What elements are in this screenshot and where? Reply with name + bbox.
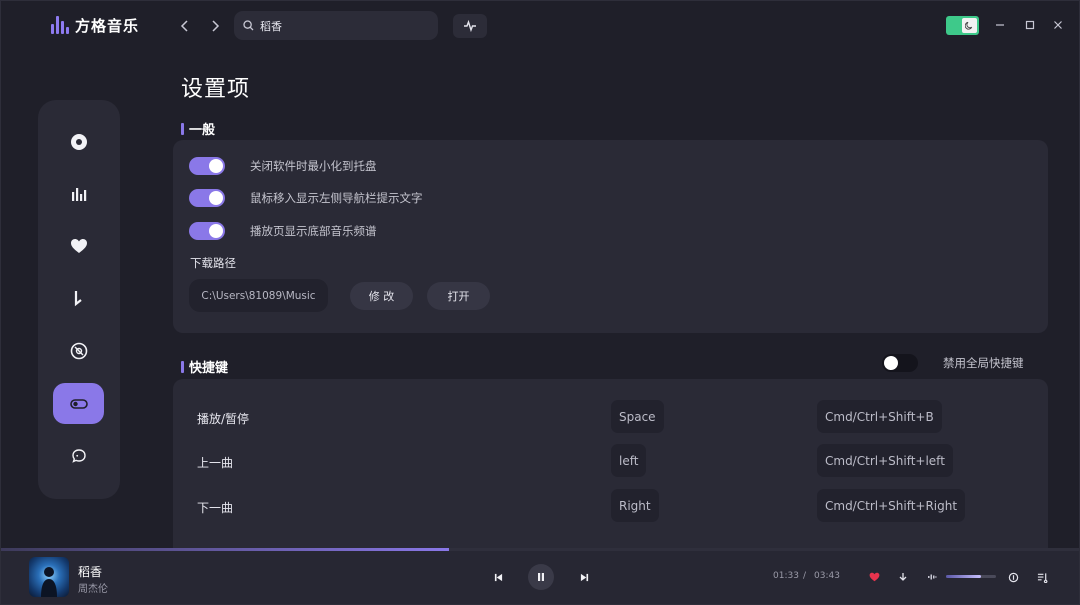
show-nav-tooltips-switch[interactable] — [189, 189, 225, 207]
hotkey-local[interactable]: left — [611, 444, 647, 477]
music-note-icon — [74, 290, 82, 306]
chevron-left-icon — [180, 20, 188, 32]
search-box[interactable] — [234, 11, 438, 40]
disable-global-hotkeys-option: 禁用全局快捷键 — [882, 354, 1024, 372]
previous-button[interactable] — [491, 570, 505, 584]
moon-icon — [962, 18, 977, 33]
download-icon — [899, 573, 907, 581]
hotkey-action: 播放/暂停 — [197, 412, 250, 426]
heart-icon — [70, 238, 87, 253]
album-cover[interactable] — [29, 557, 69, 597]
option-label: 鼠标移入显示左侧导航栏提示文字 — [250, 191, 423, 205]
hotkey-local[interactable]: Right — [611, 489, 659, 522]
option-minimize-to-tray: 关闭软件时最小化到托盘 — [189, 156, 377, 176]
sidebar — [38, 100, 120, 499]
hotkeys-card: 播放/暂停 Space Cmd/Ctrl+Shift+B 上一曲 left Cm… — [173, 379, 1048, 569]
download-button[interactable] — [896, 570, 910, 584]
close-icon — [1054, 21, 1062, 29]
sidebar-item-discover[interactable] — [53, 121, 104, 162]
hotkey-action: 上一曲 — [197, 456, 234, 470]
hotkey-row: 下一曲 Right Cmd/Ctrl+Shift+Right — [173, 489, 1048, 523]
close-button[interactable] — [1049, 15, 1067, 35]
logo-icon — [51, 16, 69, 34]
back-button[interactable] — [175, 15, 195, 37]
section-title-hotkeys: 快捷键 — [181, 357, 228, 376]
minimize-button[interactable] — [991, 15, 1009, 35]
hotkey-row: 上一曲 left Cmd/Ctrl+Shift+left — [173, 444, 1048, 478]
hotkey-row: 播放/暂停 Space Cmd/Ctrl+Shift+B — [173, 400, 1048, 434]
chevron-right-icon — [212, 20, 220, 32]
pause-button[interactable] — [528, 564, 554, 590]
skip-previous-icon — [494, 573, 502, 581]
pause-icon — [538, 573, 544, 581]
volume-slider[interactable] — [946, 575, 996, 578]
minimize-to-tray-switch[interactable] — [189, 157, 225, 175]
album-art — [41, 567, 57, 597]
volume-icon — [928, 574, 937, 580]
disable-global-hotkeys-label: 禁用全局快捷键 — [943, 356, 1024, 370]
option-show-spectrum: 播放页显示底部音乐频谱 — [189, 221, 377, 241]
disable-global-hotkeys-switch[interactable] — [882, 354, 918, 372]
next-button[interactable] — [577, 570, 591, 584]
general-settings-card: 关闭软件时最小化到托盘 鼠标移入显示左侧导航栏提示文字 播放页显示底部音乐频谱 … — [173, 140, 1048, 333]
option-label: 播放页显示底部音乐频谱 — [250, 224, 377, 238]
playlist-button[interactable] — [1035, 570, 1049, 584]
song-artist[interactable]: 周杰伦 — [78, 580, 108, 595]
play-mode-button[interactable] — [1006, 570, 1020, 584]
hotkey-global[interactable]: Cmd/Ctrl+Shift+B — [817, 400, 942, 433]
like-button[interactable] — [867, 570, 881, 584]
chart-icon — [71, 187, 86, 201]
app-name: 方格音乐 — [75, 16, 140, 35]
open-path-button[interactable]: 打开 — [427, 282, 490, 310]
minimize-icon — [996, 24, 1004, 26]
playback-progress-fill — [1, 548, 450, 551]
sidebar-item-albums[interactable] — [53, 330, 104, 371]
show-spectrum-switch[interactable] — [189, 222, 225, 240]
app-logo[interactable]: 方格音乐 — [51, 13, 139, 37]
total-time: 03:43 — [814, 571, 840, 581]
waveform-icon — [464, 20, 476, 32]
sidebar-item-feedback[interactable] — [53, 435, 104, 476]
sidebar-item-favorites[interactable] — [53, 225, 104, 266]
audio-wave-button[interactable] — [453, 14, 487, 38]
download-path-field[interactable]: C:\Users\81089\Music — [189, 279, 328, 312]
volume-button[interactable] — [925, 570, 939, 584]
forward-button[interactable] — [205, 15, 225, 37]
disc-icon — [70, 133, 87, 150]
chat-icon — [71, 448, 86, 463]
option-show-nav-tooltips: 鼠标移入显示左侧导航栏提示文字 — [189, 188, 423, 208]
maximize-button[interactable] — [1021, 15, 1039, 35]
hotkey-local[interactable]: Space — [611, 400, 664, 433]
sidebar-item-settings[interactable] — [53, 383, 104, 424]
search-icon — [243, 20, 254, 31]
song-title[interactable]: 稻香 — [78, 563, 102, 580]
sidebar-item-charts[interactable] — [53, 173, 104, 214]
playback-progress[interactable] — [1, 548, 1079, 551]
player-bar: 稻香 周杰伦 01:33 / 03:43 — [1, 548, 1079, 604]
download-path-label: 下载路径 — [190, 256, 236, 270]
volume-slider-fill — [946, 575, 981, 578]
sidebar-item-music[interactable] — [53, 278, 104, 319]
maximize-icon — [1025, 20, 1035, 30]
hotkey-global[interactable]: Cmd/Ctrl+Shift+Right — [817, 489, 966, 522]
section-title-general: 一般 — [181, 119, 215, 138]
current-time: 01:33 — [773, 571, 799, 581]
search-input[interactable] — [260, 19, 430, 32]
vinyl-icon — [70, 342, 87, 359]
heart-filled-icon — [869, 572, 879, 582]
page-title: 设置项 — [181, 77, 251, 102]
settings-toggle-icon — [69, 398, 88, 409]
app-window: 方格音乐 稻香 设置项 一般 关闭软件时最小化到托盘 鼠标移入显示左侧导航栏提示… — [0, 0, 1080, 605]
modify-path-button[interactable]: 修 改 — [350, 282, 413, 310]
loop-icon — [1008, 572, 1018, 582]
time-separator: / — [803, 571, 807, 581]
option-label: 关闭软件时最小化到托盘 — [250, 159, 377, 173]
hotkey-action: 下一曲 — [197, 501, 234, 515]
skip-next-icon — [580, 573, 588, 581]
theme-toggle[interactable] — [946, 16, 979, 35]
hotkey-global[interactable]: Cmd/Ctrl+Shift+left — [817, 444, 953, 477]
playlist-icon — [1037, 572, 1047, 583]
title-bar: 方格音乐 — [1, 1, 1079, 51]
